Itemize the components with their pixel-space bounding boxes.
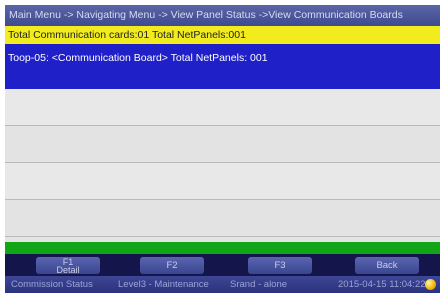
function-key-bar: F1 Detail F2 F3 Back bbox=[5, 254, 440, 276]
list-item-selected[interactable]: Toop-05: <Communication Board> Total Net… bbox=[5, 44, 440, 89]
list-item[interactable] bbox=[5, 126, 440, 163]
back-button[interactable]: Back bbox=[355, 257, 419, 274]
list-item[interactable] bbox=[5, 89, 440, 126]
summary-bar: Total Communication cards:01 Total NetPa… bbox=[5, 26, 440, 44]
status-bar: Commission Status Level3 - Maintenance S… bbox=[5, 276, 440, 293]
panel-screen: Main Menu -> Navigating Menu -> View Pan… bbox=[5, 5, 440, 293]
f3-button[interactable]: F3 bbox=[248, 257, 312, 274]
breadcrumb: Main Menu -> Navigating Menu -> View Pan… bbox=[5, 5, 440, 26]
mode-status: Commission Status bbox=[11, 279, 93, 290]
list-item[interactable] bbox=[5, 163, 440, 200]
f1-detail-button[interactable]: F1 Detail bbox=[36, 257, 100, 275]
status-light-icon bbox=[425, 279, 436, 290]
access-level: Level3 - Maintenance bbox=[118, 279, 209, 290]
datetime: 2015-04-15 11:04:22 bbox=[338, 279, 426, 290]
detail-label: Detail bbox=[56, 265, 80, 275]
list-item[interactable] bbox=[5, 200, 440, 237]
network-mode: Srand - alone bbox=[230, 279, 288, 290]
board-list bbox=[5, 89, 440, 242]
f2-button[interactable]: F2 bbox=[140, 257, 204, 274]
status-indicator-bar bbox=[5, 242, 440, 254]
